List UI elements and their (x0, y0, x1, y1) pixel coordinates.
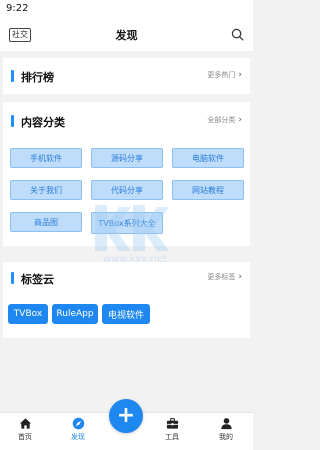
category-web-tutorial[interactable]: 网站教程 (172, 180, 244, 200)
status-time: 9:22 (6, 3, 29, 14)
home-icon (19, 418, 31, 429)
tab-tools[interactable]: 工具 (152, 417, 192, 442)
tags-section: 标签云 更多标签 › TVBox RuleApp 电视软件 (3, 262, 250, 338)
create-post-button[interactable]: + (109, 399, 143, 433)
user-icon (220, 418, 232, 430)
categories-section: 内容分类 全部分类 › 手机软件 源码分享 电脑软件 关于我们 代码分享 网站教… (3, 102, 250, 246)
tag-ruleapp[interactable]: RuleApp (52, 304, 98, 324)
section-marker (11, 272, 14, 284)
ranking-section: 排行榜 更多热门 › (3, 58, 250, 94)
tags-more-label: 更多标签 (207, 273, 236, 281)
toolbox-icon (166, 418, 178, 429)
tab-discover[interactable]: 发现 (58, 417, 98, 442)
tab-me[interactable]: 我的 (206, 417, 246, 442)
category-product-images[interactable]: 商品图 (10, 212, 82, 232)
tags-title: 标签云 (21, 273, 54, 286)
page-title: 发现 (115, 28, 138, 42)
search-icon[interactable] (231, 28, 244, 41)
tab-discover-label: 发现 (71, 433, 85, 441)
chevron-right-icon: › (238, 70, 242, 80)
tab-home-label: 首页 (18, 433, 32, 441)
plus-icon: + (116, 403, 136, 428)
status-bar: 9:22 (0, 0, 253, 18)
ranking-title: 排行榜 (21, 71, 54, 84)
tab-me-label: 我的 (219, 433, 233, 441)
chevron-right-icon: › (238, 115, 242, 125)
category-mobile-software[interactable]: 手机软件 (10, 148, 82, 168)
tab-home[interactable]: 首页 (5, 417, 45, 442)
compass-icon (72, 417, 84, 430)
bottom-tab-bar: 首页 发现 + 工具 我的 (0, 399, 253, 450)
section-marker (11, 115, 14, 127)
category-code-share[interactable]: 代码分享 (91, 180, 163, 200)
chevron-right-icon: › (238, 272, 242, 282)
tags-more-link[interactable]: 更多标签 › (207, 272, 242, 282)
top-header: 社交 发现 (0, 18, 253, 51)
ranking-more-label: 更多热门 (207, 71, 236, 79)
category-pc-software[interactable]: 电脑软件 (172, 148, 244, 168)
categories-title: 内容分类 (21, 116, 65, 129)
category-source-code[interactable]: 源码分享 (91, 148, 163, 168)
section-marker (11, 70, 14, 82)
tag-tvbox[interactable]: TVBox (8, 304, 48, 324)
categories-more-link[interactable]: 全部分类 › (207, 115, 242, 125)
social-tag-button[interactable]: 社交 (9, 28, 31, 42)
tag-tv-software[interactable]: 电视软件 (102, 304, 150, 324)
category-tvbox-series[interactable]: TVBox系列大全 (91, 212, 163, 234)
categories-more-label: 全部分类 (207, 116, 236, 124)
tab-tools-label: 工具 (165, 433, 179, 441)
category-about-us[interactable]: 关于我们 (10, 180, 82, 200)
ranking-more-link[interactable]: 更多热门 › (207, 70, 242, 80)
